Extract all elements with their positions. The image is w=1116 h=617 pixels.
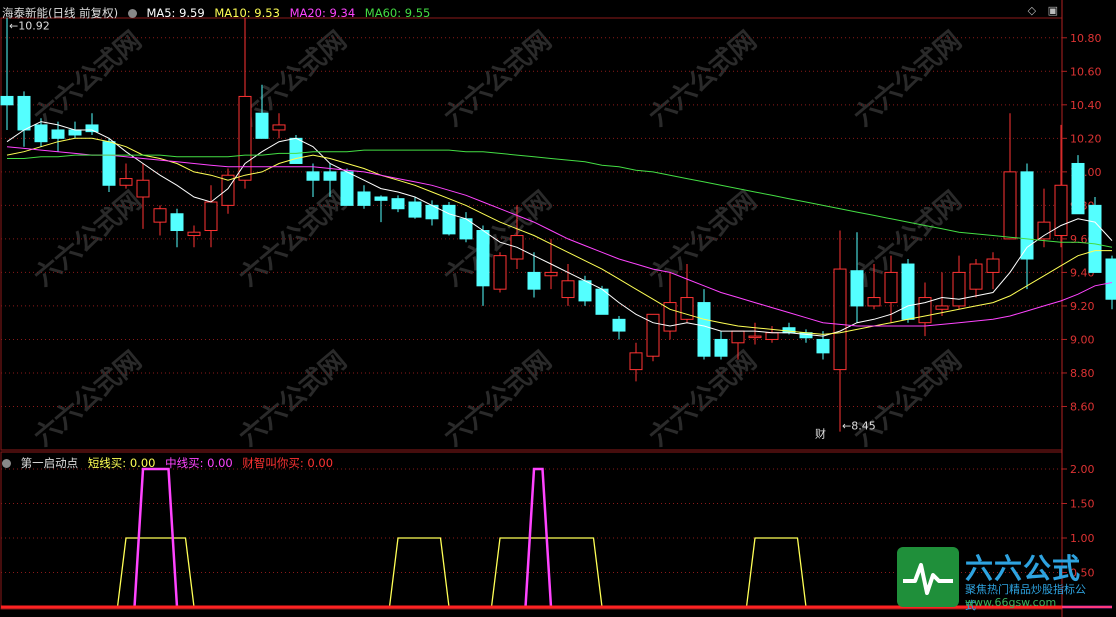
- price-tick-label: 8.60: [1070, 400, 1095, 413]
- candle-down: [102, 141, 116, 186]
- candle-down: [255, 112, 269, 139]
- candle-up: [119, 178, 133, 186]
- candle-up: [867, 297, 881, 307]
- candle-down: [51, 129, 65, 139]
- indicator-tick-label: 1.50: [1070, 498, 1095, 511]
- watermark-text: 六六公式网: [644, 26, 763, 133]
- candle-down: [306, 171, 320, 181]
- candle-up: [187, 231, 201, 237]
- candle-up: [884, 271, 898, 304]
- candle-up: [1037, 221, 1051, 240]
- candle-down: [408, 201, 422, 218]
- logo-url: www.66gsw.com: [965, 596, 1057, 609]
- candle-down: [1088, 204, 1102, 273]
- high-price-label: ←10.92: [9, 20, 50, 33]
- ma-line-ma10: [6, 137, 1112, 335]
- short-buy-value: 短线买: 0.00: [87, 456, 156, 470]
- watermark-text: 六六公式网: [849, 26, 968, 133]
- candle-down: [85, 124, 99, 133]
- candle-down: [323, 171, 337, 181]
- candle-down: [476, 230, 490, 287]
- watermark-text: 六六公式网: [439, 346, 558, 453]
- candle-up: [544, 271, 558, 277]
- price-tick-label: 9.00: [1070, 333, 1095, 346]
- candle-up: [731, 330, 745, 344]
- event-marker: 财: [815, 427, 826, 441]
- watermark-text: 六六公式网: [849, 346, 968, 453]
- candle-up: [765, 332, 779, 340]
- candle-down: [901, 263, 915, 320]
- watermark-text: 六六公式网: [29, 26, 148, 133]
- ma20-value: MA20: 9.34: [289, 6, 356, 20]
- candle-down: [34, 124, 48, 143]
- stock-chart[interactable]: 六六公式网 六六公式网 六六公式网 六六公式网 六六公式网六六公式网 六六公式网 六六公式网…: [0, 0, 1116, 617]
- candle-up: [833, 268, 847, 371]
- candle-up: [561, 280, 575, 299]
- main-legend: 海泰新能(日线 前复权) MA5: 9.59 MA10: 9.53 MA20: …: [2, 5, 436, 21]
- candle-down: [374, 196, 388, 201]
- candle-up: [680, 297, 694, 320]
- site-logo: 六六公式 聚焦热门精品炒股指标公式 www.66gsw.com: [897, 545, 1093, 612]
- panel-controls: ◇ ▣: [1020, 4, 1058, 17]
- candle-down: [1105, 258, 1116, 300]
- candle-down: [697, 302, 711, 357]
- candle-down: [714, 338, 728, 357]
- window-icon[interactable]: ▣: [1048, 4, 1058, 17]
- watermark-text: 六六公式网: [234, 346, 353, 453]
- candle-down: [527, 271, 541, 290]
- candle-up: [153, 208, 167, 223]
- candle-down: [578, 280, 592, 302]
- candle-down: [68, 129, 82, 136]
- indicator-tick-label: 1.00: [1070, 532, 1095, 545]
- indicator-legend: 第一启动点 短线买: 0.00 中线买: 0.00 财智叫你买: 0.00: [2, 455, 339, 471]
- ma-line-ma20: [6, 146, 1113, 327]
- watermark-text: 六六公式网: [644, 346, 763, 453]
- ma5-value: MA5: 9.59: [146, 6, 205, 20]
- candle-down: [850, 270, 864, 307]
- candle-up: [952, 271, 966, 307]
- price-tick-label: 10.60: [1070, 65, 1102, 78]
- price-tick-label: 10.40: [1070, 99, 1102, 112]
- candle-up: [935, 305, 949, 310]
- candle-up: [238, 95, 252, 181]
- candle-down: [612, 318, 626, 332]
- candle-up: [1003, 171, 1017, 240]
- candle-up: [136, 179, 150, 198]
- price-tick-label: 10.20: [1070, 132, 1102, 145]
- ma10-value: MA10: 9.53: [214, 6, 280, 20]
- indicator-settings-icon[interactable]: [2, 459, 11, 468]
- watermark-text: 六六公式网: [29, 346, 148, 453]
- mid-buy-value: 中线买: 0.00: [165, 456, 233, 470]
- candle-down: [170, 213, 184, 232]
- ma60-value: MA60: 9.55: [364, 6, 431, 20]
- candle-down: [1020, 171, 1034, 260]
- settings-dot-icon[interactable]: [127, 9, 137, 18]
- indicator-tick-label: 2.00: [1070, 463, 1095, 476]
- candle-up: [272, 124, 286, 131]
- wisdom-buy-value: 财智叫你买: 0.00: [242, 456, 334, 470]
- candle-down: [357, 191, 371, 206]
- logo-pulse-icon: [897, 547, 959, 607]
- candle-up: [204, 201, 218, 232]
- candle-down: [1071, 162, 1085, 215]
- price-tick-label: 9.20: [1070, 300, 1095, 313]
- watermark-text: 六六公式网: [439, 26, 558, 133]
- price-tick-label: 8.80: [1070, 367, 1095, 380]
- candle-up: [629, 352, 643, 371]
- candle-up: [493, 255, 507, 290]
- indicator-title: 第一启动点: [20, 456, 79, 470]
- candle-up: [969, 263, 983, 290]
- price-tick-label: 10.80: [1070, 32, 1102, 45]
- candle-up: [748, 335, 762, 339]
- candle-up: [986, 258, 1000, 273]
- diamond-icon[interactable]: ◇: [1028, 4, 1036, 17]
- stock-title: 海泰新能(日线 前复权): [2, 6, 119, 20]
- candle-down: [391, 198, 405, 210]
- candle-down: [816, 338, 830, 354]
- candle-down: [17, 95, 31, 131]
- candle-down: [0, 95, 14, 106]
- candle-down: [340, 171, 354, 206]
- candle-down: [442, 204, 456, 235]
- low-price-label: ←8.45: [842, 420, 876, 433]
